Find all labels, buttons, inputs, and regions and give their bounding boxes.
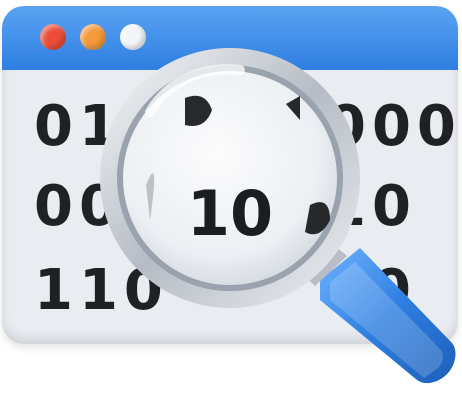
magnifying-glass-icon: 10 — [100, 48, 456, 384]
lens-digits: 10 — [187, 177, 273, 250]
